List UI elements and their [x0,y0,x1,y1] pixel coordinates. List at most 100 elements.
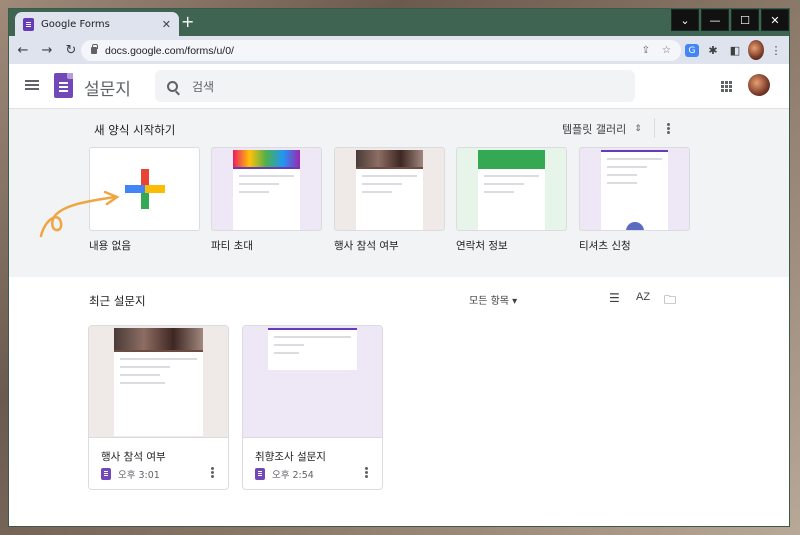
thumbnail-line [607,182,637,184]
divider [654,118,655,138]
back-arrow-icon[interactable]: ← [13,43,33,58]
thumbnail-banner [114,328,203,350]
thumbnail-line [274,344,304,346]
main-menu-icon[interactable] [25,80,39,82]
forms-doc-icon [255,468,265,480]
recent-form-card[interactable]: 취향조사 설문지 오후 2:54 [242,325,383,490]
browser-menu-icon[interactable]: ⋮ [771,40,782,60]
form-name: 행사 참석 여부 [101,451,166,463]
thumbnail-banner [356,150,423,167]
template-label: 티셔츠 신청 [579,240,631,252]
thumbnail-banner [478,150,545,167]
thumbnail-line [484,175,539,177]
thumbnail-line [120,382,165,384]
search-icon[interactable] [167,80,178,92]
thumbnail-line [362,183,402,185]
search-input[interactable]: 검색 [155,70,635,102]
thumbnail-line [274,336,351,338]
template-gallery: 새 양식 시작하기 템플릿 갤러리 ⇕ 내용 없음 파티 초대 행사 참석 여부… [9,109,789,277]
template-thumbnail[interactable] [334,147,445,231]
template-gallery-button[interactable]: 템플릿 갤러리 ⇕ [562,121,642,137]
translate-extension-icon[interactable]: G [685,44,699,57]
list-view-icon[interactable]: ☰ [609,291,620,305]
tab-close-icon[interactable]: ✕ [162,18,171,31]
form-more-icon[interactable] [365,467,368,470]
form-time: 오후 2:54 [272,470,314,481]
reload-icon[interactable]: ↻ [61,43,81,58]
thumbnail-form [356,167,423,230]
forward-arrow-icon[interactable]: → [37,43,57,58]
template-label: 파티 초대 [211,240,253,252]
sort-az-icon[interactable]: AZ [636,291,650,303]
tab-search-chevron-icon[interactable]: ⌄ [671,9,699,31]
forms-doc-icon [101,468,111,480]
template-thumbnail[interactable] [211,147,322,231]
thumbnail-form [601,150,668,230]
form-more-icon[interactable] [211,467,214,470]
thumbnail-line [120,366,170,368]
maximize-button[interactable]: ☐ [731,9,759,31]
annotation-arrow-icon [39,190,120,238]
extensions-puzzle-icon[interactable]: ✱ [706,40,720,60]
address-bar[interactable]: docs.google.com/forms/u/0/ ⇪ ☆ [81,40,681,61]
lock-icon [91,44,98,54]
gallery-heading: 새 양식 시작하기 [94,123,176,137]
close-window-button[interactable]: ✕ [761,9,789,31]
app-title: 설문지 [84,80,131,100]
avatar[interactable] [748,74,770,96]
google-apps-icon[interactable] [721,81,724,84]
template-thumbnail[interactable] [456,147,567,231]
url-text: docs.google.com/forms/u/0/ [105,44,234,57]
thumbnail-form [114,350,203,436]
thumbnail-line [607,174,637,176]
gallery-more-icon[interactable] [667,123,670,126]
folder-icon[interactable]: 🗀 [664,291,676,312]
minimize-button[interactable]: — [701,9,729,31]
forms-logo-icon[interactable] [54,73,73,98]
thumbnail-form [233,167,300,230]
tab-strip: Google Forms ✕ + ⌄ — ☐ ✕ [9,9,789,36]
new-tab-button[interactable]: + [181,14,194,30]
thumbnail-line [484,183,524,185]
browser-tab[interactable]: Google Forms ✕ [15,12,179,36]
template-gallery-label: 템플릿 갤러리 [562,123,627,136]
browser-toolbar: ← → ↻ docs.google.com/forms/u/0/ ⇪ ☆ G ✱… [9,36,789,64]
side-panel-icon[interactable]: ◧ [728,40,742,60]
form-thumbnail [243,326,382,438]
template-thumbnail[interactable] [579,147,690,231]
browser-window: Google Forms ✕ + ⌄ — ☐ ✕ ← → ↻ docs.goog… [8,8,790,527]
thumbnail-banner [233,150,300,167]
search-placeholder: 검색 [192,79,215,94]
unfold-icon: ⇕ [634,124,642,134]
owner-filter-dropdown[interactable]: 모든 항목 ▾ [469,292,517,307]
thumbnail-line [362,175,417,177]
thumbnail-line [274,352,299,354]
thumbnail-line [362,191,392,193]
thumbnail-line [239,183,279,185]
thumbnail-line [120,374,160,376]
template-label: 내용 없음 [89,240,131,252]
template-party-invite[interactable]: 파티 초대 [211,147,322,253]
thumbnail-line [607,158,662,160]
profile-avatar-icon[interactable] [748,40,764,60]
template-event-rsvp[interactable]: 행사 참석 여부 [334,147,445,253]
share-icon[interactable]: ⇪ [642,45,650,56]
thumbnail-line [239,175,294,177]
template-label: 연락처 정보 [456,240,508,252]
template-label: 행사 참석 여부 [334,240,399,252]
template-contact-info[interactable]: 연락처 정보 [456,147,567,253]
thumbnail-form [478,167,545,230]
thumbnail-line [607,166,647,168]
bookmark-star-icon[interactable]: ☆ [662,45,671,56]
tab-title: Google Forms [41,18,110,30]
form-thumbnail [89,326,228,438]
thumbnail-line [239,191,269,193]
thumbnail-form [268,328,357,370]
plus-icon-bar [125,185,165,193]
template-tshirt-signup[interactable]: 티셔츠 신청 [579,147,690,253]
form-meta: 오후 3:01 [101,467,160,481]
recent-forms-heading: 최근 설문지 [89,294,146,308]
recent-form-card[interactable]: 행사 참석 여부 오후 3:01 [88,325,229,490]
form-time: 오후 3:01 [118,470,160,481]
thumbnail-line [120,358,197,360]
